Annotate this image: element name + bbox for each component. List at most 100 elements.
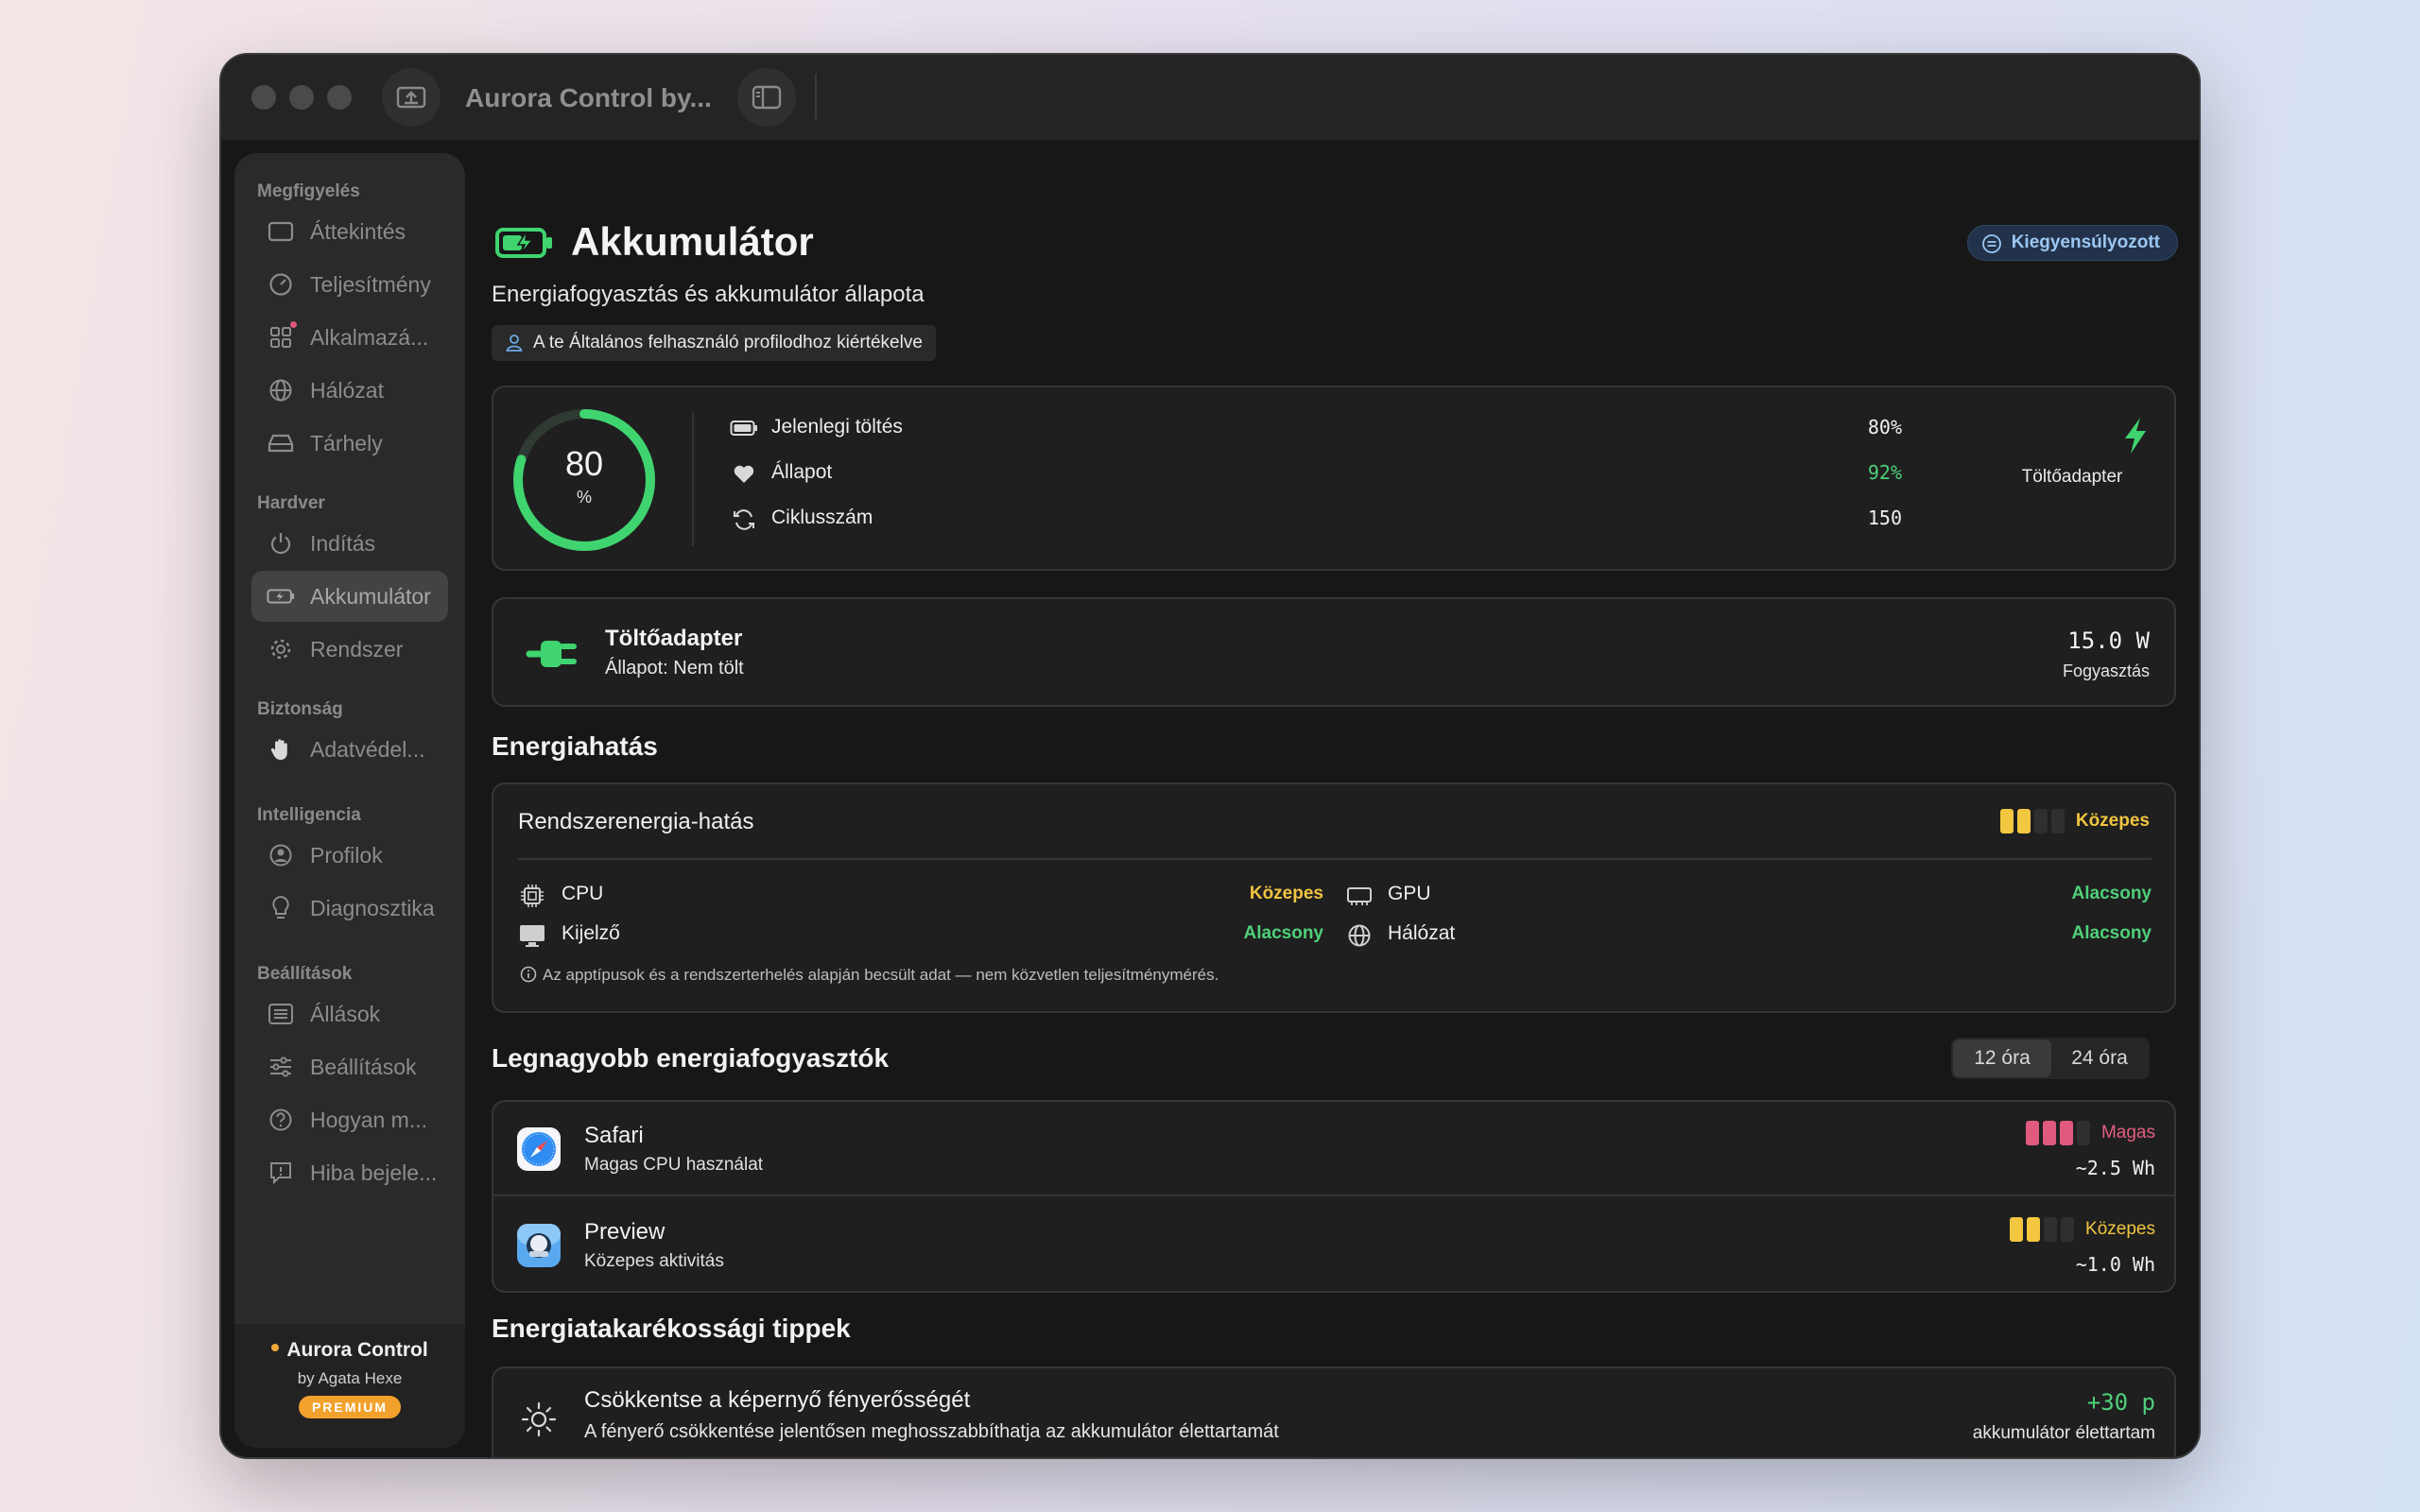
sidebar-item-performance[interactable]: Teljesítmény [251,259,448,310]
display-icon [520,925,544,947]
sidebar-item-bug-report[interactable]: Hiba bejele... [251,1147,448,1198]
power-source-label: Töltőadapter [2021,467,2123,487]
app-desc: Magas CPU használat [584,1155,764,1175]
person-icon [506,335,523,352]
sidebar-item-label: Rendszer [310,636,404,662]
cycle-icon [734,509,754,530]
app-name: Preview [584,1219,666,1245]
divider [692,412,694,546]
mode-badge[interactable]: Kiegyensúlyozott [1966,225,2178,261]
sidebar-item-system[interactable]: Rendszer [251,624,448,675]
tip-card: Csökkentse a képernyő fényerősségét A fé… [492,1366,2176,1457]
adapter-status: Állapot: Nem tölt [605,658,744,679]
status-dot [271,1344,280,1352]
impact-divider [518,858,2152,860]
battery-status-card: 80 % Jelenlegi töltés 80% Állapot 92% Ci… [492,386,2176,571]
sidebar-item-label: Indítás [310,530,376,556]
apps-grid-icon [267,321,297,352]
sidebar-footer: Aurora Control by Agata Hexe PREMIUM [234,1323,465,1448]
sidebar-item-label: Hálózat [310,377,384,403]
sidebar-item-label: Diagnosztika [310,895,435,920]
sidebar-item-startup[interactable]: Indítás [251,518,448,569]
app-impact: Közepes [2010,1217,2155,1242]
globe-icon [1348,924,1371,947]
impact-level: Közepes [1999,809,2150,833]
battery-row-cycles: Ciklusszám 150 [730,503,1902,537]
sidebar-item-label: Állások [310,1001,381,1026]
impact-item-gpu: GPU Alacsony [1346,879,2152,911]
app-impact: Magas [2025,1121,2155,1145]
adapter-title: Töltőadapter [605,626,743,651]
top-consumers-heading: Legnagyobb energiafogyasztók [492,1043,890,1073]
sidebar-item-overview[interactable]: Áttekintés [251,206,448,257]
toggle-sidebar-button[interactable] [737,68,796,127]
tab-24h[interactable]: 24 óra [2051,1040,2148,1077]
notification-badge [290,321,297,328]
list-item[interactable]: Safari Magas CPU használat Magas ~2.5 Wh [493,1102,2174,1196]
sidebar-icon [752,85,782,110]
safari-icon [517,1127,561,1171]
sidebar-item-preferences[interactable]: Beállítások [251,1041,448,1092]
drive-icon [267,429,295,457]
impact-item-network: Hálózat Alacsony [1346,919,2152,951]
titlebar: Aurora Control by... [221,55,2199,140]
sidebar-item-label: Akkumulátor [310,583,431,609]
sidebar-item-diagnostics[interactable]: Diagnosztika [251,883,448,934]
toolbar-separator [815,74,817,119]
list-item[interactable]: Preview Közepes aktivitás Közepes ~1.0 W… [493,1198,2174,1293]
top-consumers-list: Safari Magas CPU használat Magas ~2.5 Wh… [492,1100,2176,1293]
overview-icon [267,217,295,246]
impact-card-title: Rendszerenergia-hatás [518,809,754,834]
impact-level-bars [1999,809,2065,833]
tip-gain: +30 p [2086,1389,2155,1416]
battery-small-icon [730,421,757,436]
heart-icon [734,465,754,483]
sidebar: Megfigyelés Áttekintés Teljesítmény Alka… [234,153,465,1448]
sidebar-item-network[interactable]: Hálózat [251,365,448,416]
sidebar-item-privacy[interactable]: Adatvédel... [251,724,448,775]
battery-icon [267,582,295,610]
sidebar-item-battery[interactable]: Akkumulátor [251,571,448,622]
sidebar-item-label: Teljesítmény [310,271,431,297]
sidebar-item-jobs[interactable]: Állások [251,988,448,1040]
premium-badge: PREMIUM [298,1396,402,1418]
sidebar-item-storage[interactable]: Tárhely [251,418,448,469]
sidebar-item-how-it-works[interactable]: Hogyan m... [251,1094,448,1145]
minimize-window-button[interactable] [289,85,314,110]
share-button[interactable] [382,68,441,127]
footer-author: by Agata Hexe [297,1369,403,1387]
sidebar-item-apps[interactable]: Alkalmazá... [251,312,448,363]
tip-gain-label: akkumulátor élettartam [1972,1423,2155,1443]
bolt-icon [2125,418,2146,454]
impact-item-cpu: CPU Közepes [518,879,1323,911]
info-icon [520,966,537,983]
profile-note: A te Általános felhasználó profilodhoz k… [492,325,936,361]
cycles-value: 150 [1867,507,1902,529]
sun-icon [521,1401,557,1437]
gauge-icon [267,270,295,299]
sidebar-item-label: Hogyan m... [310,1107,427,1132]
sidebar-item-label: Profilok [310,842,383,868]
tab-12h[interactable]: 12 óra [1953,1040,2051,1077]
sidebar-item-label: Beállítások [310,1054,417,1079]
list-icon [267,1000,295,1028]
sidebar-item-label: Alkalmazá... [310,324,429,350]
sidebar-section-monitoring: Megfigyelés [257,181,360,201]
energy-impact-card: Rendszerenergia-hatás Közepes CPU Közepe… [492,782,2176,1013]
preview-icon [517,1224,561,1267]
close-window-button[interactable] [251,85,276,110]
zoom-window-button[interactable] [327,85,352,110]
sidebar-item-label: Áttekintés [310,218,406,244]
page-subtitle: Energiafogyasztás és akkumulátor állapot… [492,282,925,307]
impact-level-bars [2010,1217,2075,1242]
sidebar-section-intelligence: Intelligencia [257,805,361,825]
impact-note: Az apptípusok és a rendszerterhelés alap… [520,966,1219,985]
person-circle-icon [267,841,295,869]
cpu-icon [521,885,544,907]
footer-app-name: Aurora Control [234,1339,465,1362]
adapter-power-label: Fogyasztás [2062,662,2150,680]
battery-percent: 80 [564,444,604,483]
sidebar-item-profiles[interactable]: Profilok [251,830,448,881]
sidebar-item-label: Adatvédel... [310,736,425,762]
report-icon [267,1159,295,1187]
